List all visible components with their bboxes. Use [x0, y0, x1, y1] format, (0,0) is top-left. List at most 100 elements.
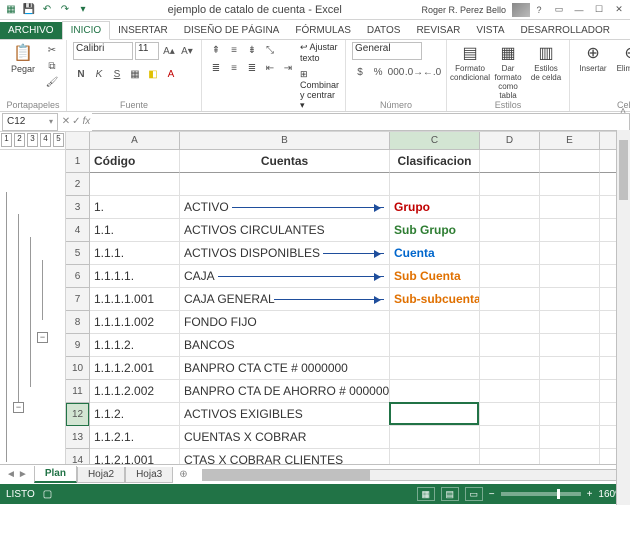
column-header[interactable]: A [90, 132, 180, 149]
row-header[interactable]: 13 [66, 426, 89, 449]
view-pagebreak-icon[interactable]: ▭ [465, 487, 483, 501]
row-header[interactable]: 6 [66, 265, 89, 288]
name-box[interactable]: C12▾ [2, 113, 58, 131]
row-header[interactable]: 11 [66, 380, 89, 403]
row-header[interactable]: 2 [66, 173, 89, 196]
vertical-scrollbar[interactable] [616, 130, 630, 505]
cell[interactable]: ACTIVOS EXIGIBLES [180, 403, 390, 426]
maximize-icon[interactable]: ☐ [590, 3, 608, 17]
border-icon[interactable]: ▦ [127, 66, 143, 82]
help-icon[interactable]: ? [530, 3, 548, 17]
sheet-tab[interactable]: Plan [34, 466, 77, 483]
cell[interactable]: FONDO FIJO [180, 311, 390, 334]
underline-icon[interactable]: S [109, 66, 125, 82]
cell[interactable] [480, 311, 540, 334]
cell[interactable]: Sub Cuenta [390, 265, 480, 288]
avatar[interactable] [512, 3, 530, 17]
cell[interactable]: BANPRO CTA DE AHORRO # 00000000 [180, 380, 390, 403]
cell[interactable] [540, 334, 600, 357]
grow-font-icon[interactable]: A▴ [161, 43, 177, 59]
save-icon[interactable]: 💾 [22, 3, 36, 17]
paste-button[interactable]: 📋 Pegar [6, 42, 40, 74]
cell[interactable]: Sub-subcuenta [390, 288, 480, 311]
tab-developer[interactable]: DESARROLLADOR [513, 22, 618, 39]
row-header[interactable]: 9 [66, 334, 89, 357]
align-top-icon[interactable]: ⇞ [208, 42, 224, 58]
shrink-font-icon[interactable]: A▾ [179, 43, 195, 59]
outline-level-3[interactable]: 3 [27, 133, 38, 147]
conditional-format-button[interactable]: ▤Formato condicional [453, 42, 487, 82]
cell[interactable] [480, 173, 540, 196]
cell[interactable]: Clasificacion [390, 150, 480, 173]
currency-icon[interactable]: $ [352, 64, 368, 80]
row-header[interactable]: 10 [66, 357, 89, 380]
cell[interactable]: 1.1.1.2. [90, 334, 180, 357]
cell[interactable]: 1.1.2. [90, 403, 180, 426]
cell[interactable]: 1.1.2.1.001 [90, 449, 180, 464]
zoom-slider[interactable] [501, 492, 581, 496]
row-header[interactable]: 5 [66, 242, 89, 265]
number-format-select[interactable]: General [352, 42, 422, 60]
cell[interactable] [390, 357, 480, 380]
view-normal-icon[interactable]: ▦ [417, 487, 435, 501]
cell[interactable]: Cuenta [390, 242, 480, 265]
cell[interactable]: Sub Grupo [390, 219, 480, 242]
cell[interactable] [480, 426, 540, 449]
cell[interactable] [540, 380, 600, 403]
cell[interactable]: 1.1.1.2.002 [90, 380, 180, 403]
wrap-text-button[interactable]: ↩ Ajustar texto [300, 42, 339, 63]
close-icon[interactable]: ✕ [610, 3, 628, 17]
copy-icon[interactable]: ⧉ [44, 58, 60, 74]
align-left-icon[interactable]: ≣ [208, 60, 224, 76]
delete-cells-button[interactable]: ⊖Eliminar [614, 42, 630, 73]
cell[interactable] [480, 403, 540, 426]
sheet-nav-last-icon[interactable]: ► [18, 469, 28, 480]
outline-level-2[interactable]: 2 [14, 133, 25, 147]
cell[interactable] [540, 265, 600, 288]
cell-styles-button[interactable]: ▥Estilos de celda [529, 42, 563, 82]
cell[interactable] [480, 150, 540, 173]
cell[interactable] [480, 449, 540, 464]
cell[interactable]: Grupo [390, 196, 480, 219]
comma-icon[interactable]: 000 [388, 64, 404, 80]
inc-decimal-icon[interactable]: .0→ [406, 64, 422, 80]
new-sheet-icon[interactable]: ⊕ [173, 469, 193, 480]
cell[interactable]: 1.1. [90, 219, 180, 242]
cell[interactable]: Código [90, 150, 180, 173]
cell[interactable] [390, 173, 480, 196]
tab-review[interactable]: REVISAR [408, 22, 468, 39]
account-name[interactable]: Roger R. Perez Bello [415, 2, 512, 18]
outline-collapse-icon[interactable]: − [13, 402, 24, 413]
cell[interactable] [540, 311, 600, 334]
cell[interactable] [480, 288, 540, 311]
cell[interactable]: 1.1.2.1. [90, 426, 180, 449]
cell[interactable]: 1.1.1.2.001 [90, 357, 180, 380]
align-center-icon[interactable]: ≡ [226, 60, 242, 76]
row-header[interactable]: 4 [66, 219, 89, 242]
font-color-icon[interactable]: A [163, 66, 179, 82]
redo-icon[interactable]: ↷ [58, 3, 72, 17]
cell[interactable] [390, 449, 480, 464]
column-header[interactable]: E [540, 132, 600, 149]
cell[interactable] [480, 334, 540, 357]
qat-more-icon[interactable]: ▾ [76, 3, 90, 17]
cell[interactable] [540, 288, 600, 311]
sheet-tab[interactable]: Hoja3 [125, 467, 173, 483]
orientation-icon[interactable]: ⤡ [262, 42, 278, 58]
cell[interactable] [390, 426, 480, 449]
cell[interactable] [540, 196, 600, 219]
dec-decimal-icon[interactable]: ←.0 [424, 64, 440, 80]
tab-formulas[interactable]: FÓRMULAS [287, 22, 359, 39]
cell[interactable] [480, 357, 540, 380]
fx-buttons[interactable]: ✕✓fx [60, 116, 92, 127]
cut-icon[interactable]: ✂ [44, 42, 60, 58]
bold-icon[interactable]: N [73, 66, 89, 82]
select-all-triangle[interactable] [66, 132, 90, 150]
collapse-ribbon-icon[interactable]: ˄ [620, 106, 626, 117]
cell[interactable] [480, 242, 540, 265]
fill-color-icon[interactable]: ◧ [145, 66, 161, 82]
font-size-select[interactable]: 11 [135, 42, 159, 60]
cell[interactable] [540, 219, 600, 242]
outline-level-1[interactable]: 1 [1, 133, 12, 147]
format-painter-icon[interactable]: 🖌 [44, 74, 60, 90]
